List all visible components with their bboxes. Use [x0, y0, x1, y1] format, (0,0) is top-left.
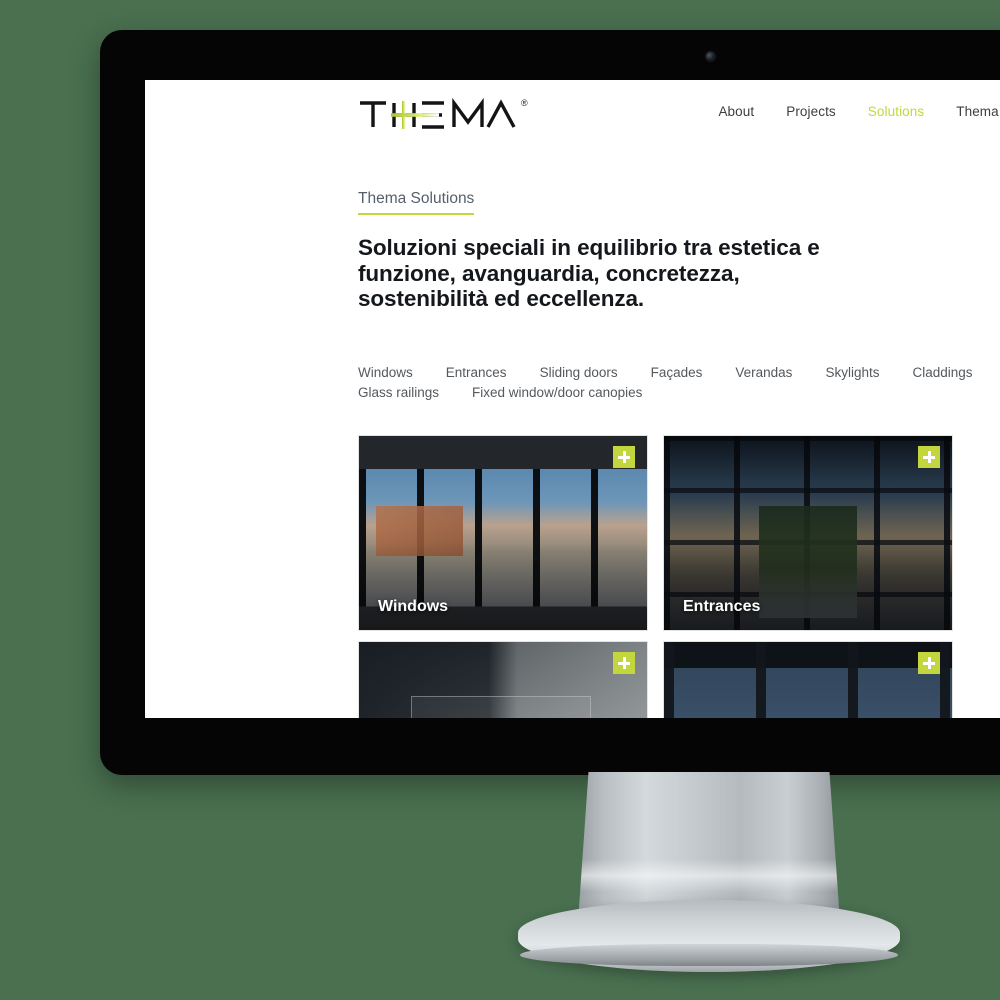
solution-card-windows[interactable]: Windows: [358, 435, 648, 631]
section-eyebrow: Thema Solutions: [358, 190, 475, 215]
main-nav: About Projects Solutions Thema Spaces TH…: [718, 104, 1000, 119]
solution-card-entrances[interactable]: Entrances: [663, 435, 953, 631]
monitor-screen: ® About Projects Solutions Thema Spaces …: [145, 80, 1000, 718]
category-link-sliding-doors[interactable]: Sliding doors: [540, 365, 618, 380]
plus-icon[interactable]: [918, 446, 940, 468]
page-title: Soluzioni speciali in equilibrio tra est…: [358, 235, 820, 311]
category-link-claddings[interactable]: Claddings: [912, 365, 972, 380]
breadcrumb: Thema Solutions: [358, 190, 475, 215]
nav-item-projects[interactable]: Projects: [786, 104, 836, 119]
logo-trademark: ®: [521, 98, 528, 108]
plus-icon[interactable]: [613, 652, 635, 674]
card-photo-facades: [664, 642, 952, 718]
monitor-stand-base-foot: [520, 944, 898, 966]
plus-icon[interactable]: [613, 446, 635, 468]
category-filter-list: Windows Entrances Sliding doors Façades …: [358, 365, 1000, 400]
card-label: Windows: [378, 598, 449, 615]
category-link-facades[interactable]: Façades: [651, 365, 703, 380]
solutions-grid: Windows Entrances Sliding doors Façades: [358, 435, 1000, 718]
monitor-frame: ® About Projects Solutions Thema Spaces …: [100, 30, 1000, 775]
website-page: ® About Projects Solutions Thema Spaces …: [145, 80, 1000, 718]
solution-card-sliding-doors[interactable]: Sliding doors: [358, 641, 648, 718]
nav-item-thema-spaces[interactable]: Thema Spaces: [956, 104, 1000, 119]
category-link-fixed-canopies[interactable]: Fixed window/door canopies: [472, 385, 642, 400]
webcam-icon: [706, 52, 715, 61]
category-link-entrances[interactable]: Entrances: [446, 365, 507, 380]
thema-logo-icon: [360, 97, 516, 129]
category-link-skylights[interactable]: Skylights: [825, 365, 879, 380]
thema-logo[interactable]: [358, 94, 518, 134]
plus-icon[interactable]: [918, 652, 940, 674]
card-label: Entrances: [683, 598, 761, 615]
category-link-windows[interactable]: Windows: [358, 365, 413, 380]
card-photo-sliding-doors: [359, 642, 647, 718]
category-link-verandas[interactable]: Verandas: [735, 365, 792, 380]
nav-item-about[interactable]: About: [718, 104, 754, 119]
site-header: ® About Projects Solutions Thema Spaces …: [145, 80, 1000, 152]
category-link-glass-railings[interactable]: Glass railings: [358, 385, 439, 400]
solution-card-facades[interactable]: Façades: [663, 641, 953, 718]
nav-item-solutions[interactable]: Solutions: [868, 104, 924, 119]
